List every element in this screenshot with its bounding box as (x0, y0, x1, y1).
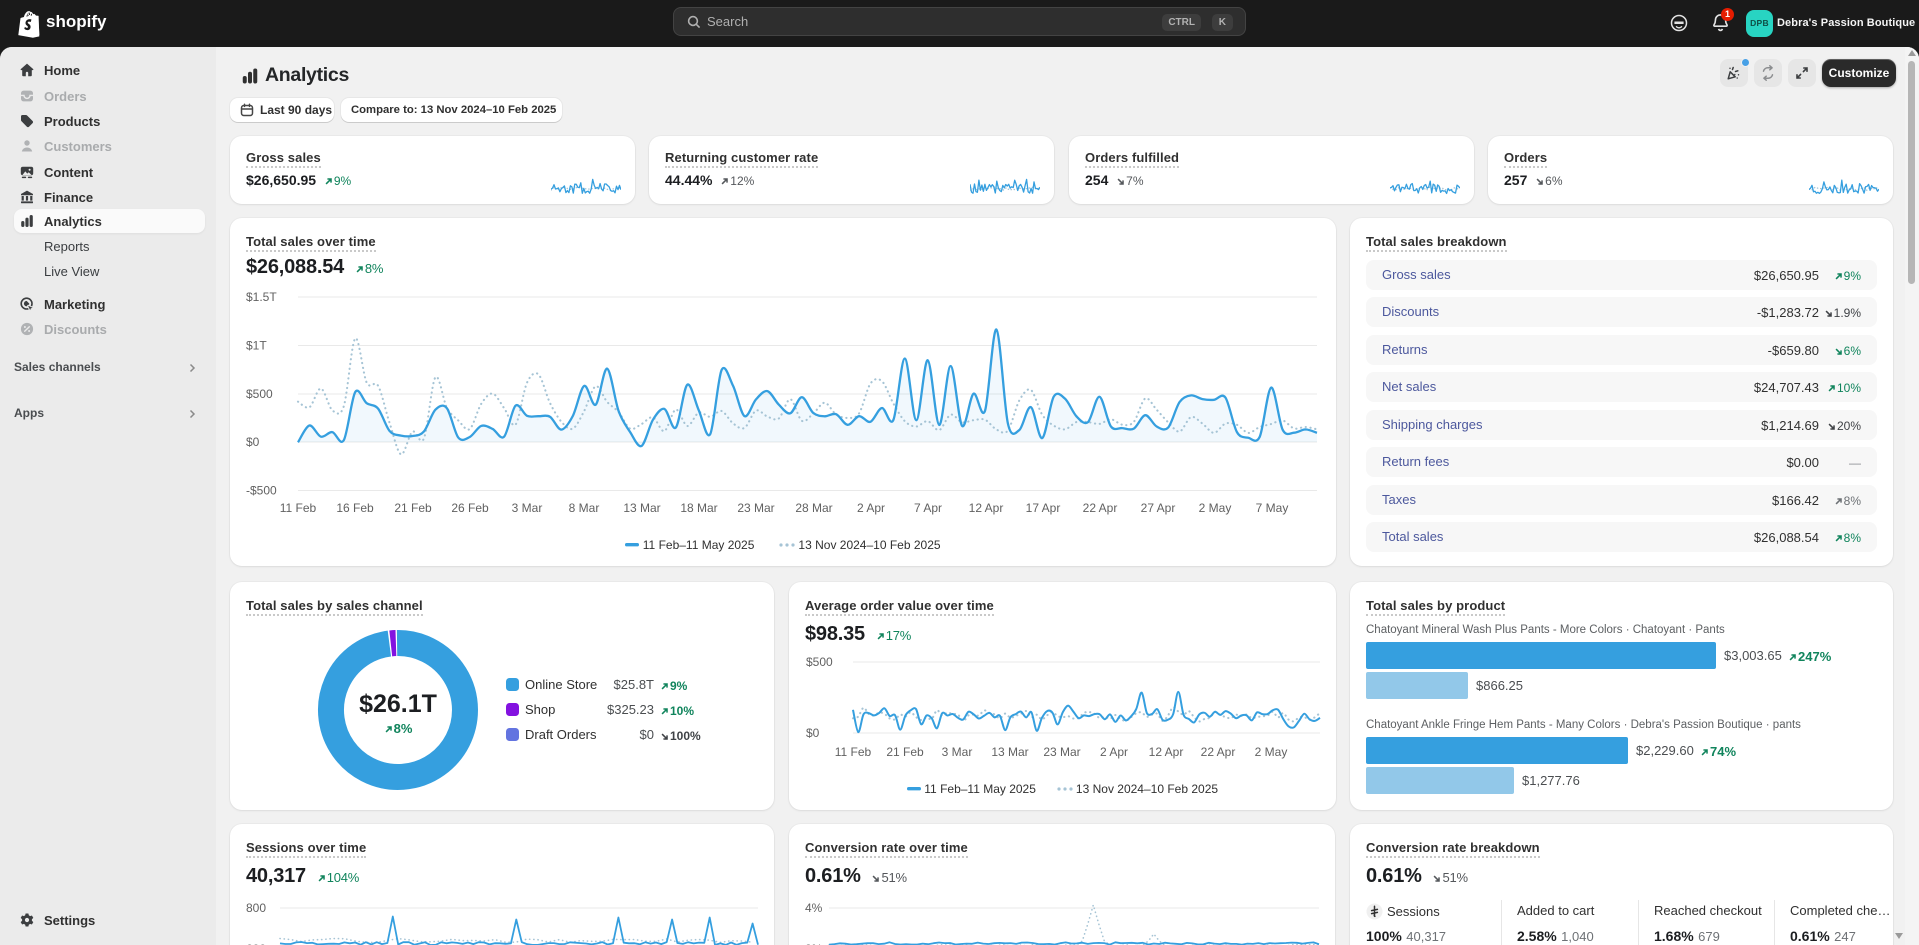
svg-text:13 Mar: 13 Mar (623, 501, 660, 515)
svg-text:$500: $500 (806, 655, 833, 669)
svg-text:21 Feb: 21 Feb (886, 745, 924, 759)
svg-text:$1T: $1T (246, 339, 267, 353)
svg-text:2 May: 2 May (1199, 501, 1232, 515)
svg-text:7 May: 7 May (1256, 501, 1289, 515)
svg-text:$0: $0 (246, 435, 260, 449)
svg-text:8 Mar: 8 Mar (569, 501, 600, 515)
svg-text:3 Mar: 3 Mar (942, 745, 973, 759)
svg-text:27 Apr: 27 Apr (1141, 501, 1176, 515)
svg-text:3 Mar: 3 Mar (512, 501, 543, 515)
svg-text:$0: $0 (806, 726, 820, 740)
svg-text:2 Apr: 2 Apr (857, 501, 885, 515)
svg-text:7 Apr: 7 Apr (914, 501, 942, 515)
svg-text:2 Apr: 2 Apr (1100, 745, 1128, 759)
svg-text:23 Mar: 23 Mar (737, 501, 774, 515)
svg-text:17 Apr: 17 Apr (1026, 501, 1061, 515)
svg-text:11 Feb: 11 Feb (280, 501, 317, 515)
svg-text:18 Mar: 18 Mar (680, 501, 717, 515)
svg-text:22 Apr: 22 Apr (1083, 501, 1118, 515)
svg-text:12 Apr: 12 Apr (969, 501, 1004, 515)
svg-text:12 Apr: 12 Apr (1149, 745, 1184, 759)
svg-text:$1.5T: $1.5T (246, 290, 277, 304)
svg-text:$500: $500 (246, 387, 273, 401)
svg-text:2 May: 2 May (1255, 745, 1288, 759)
svg-text:13 Mar: 13 Mar (991, 745, 1028, 759)
svg-text:22 Apr: 22 Apr (1201, 745, 1236, 759)
svg-text:16 Feb: 16 Feb (336, 501, 374, 515)
svg-text:21 Feb: 21 Feb (394, 501, 432, 515)
svg-text:28 Mar: 28 Mar (795, 501, 832, 515)
svg-text:-$500: -$500 (246, 484, 277, 498)
svg-text:4%: 4% (805, 901, 823, 915)
svg-text:23 Mar: 23 Mar (1043, 745, 1080, 759)
svg-text:26 Feb: 26 Feb (451, 501, 489, 515)
svg-text:800: 800 (246, 901, 266, 915)
svg-text:11 Feb: 11 Feb (835, 745, 872, 759)
